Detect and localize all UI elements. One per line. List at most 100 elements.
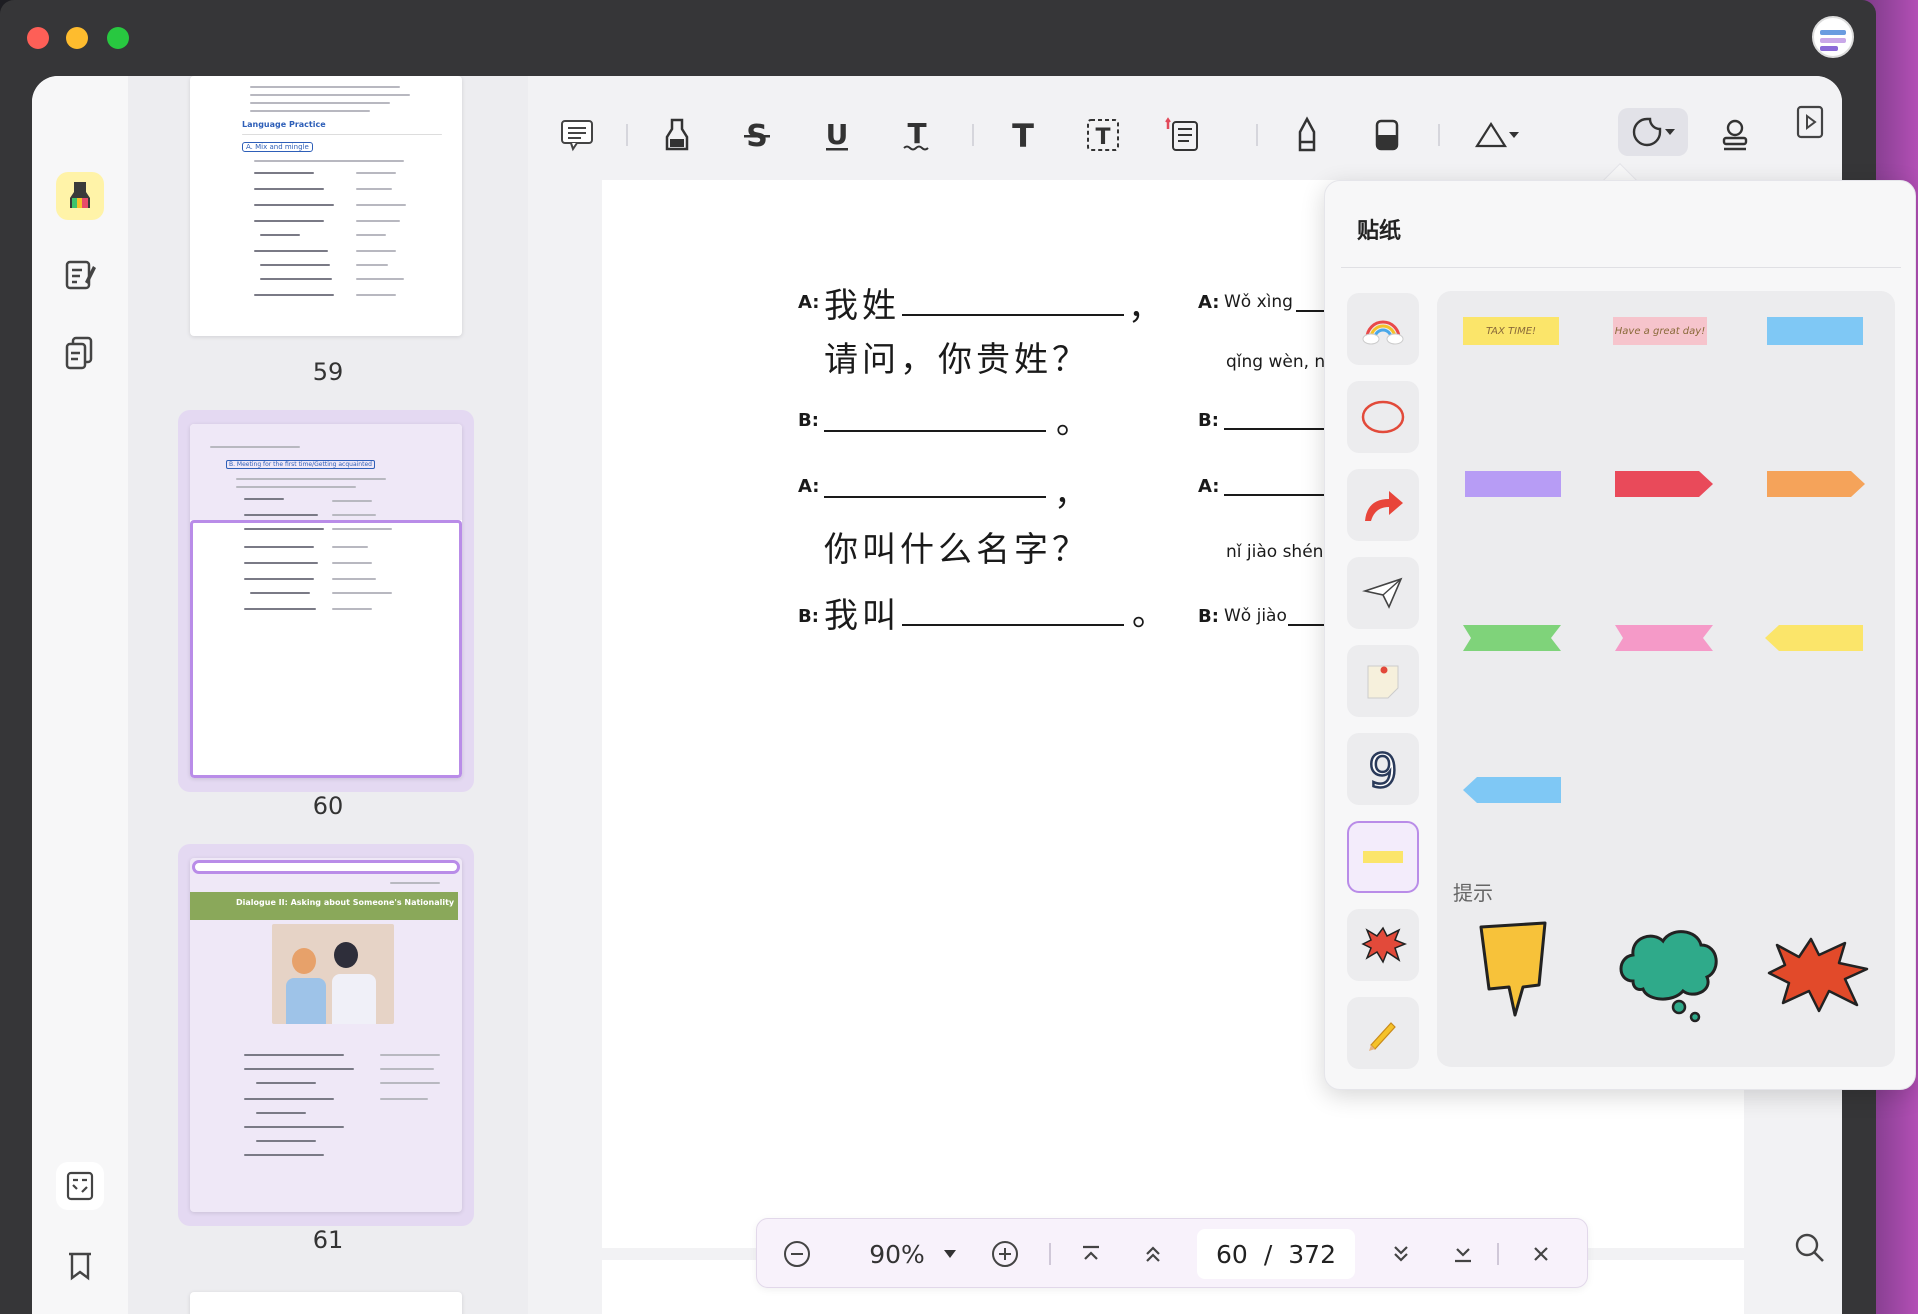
squiggly-tool[interactable]: T: [890, 110, 944, 160]
answer-blank[interactable]: [824, 496, 1046, 498]
comment-mode-button[interactable]: [56, 172, 104, 220]
answer-blank[interactable]: [902, 624, 1124, 626]
sticker-thought-cloud-green[interactable]: [1613, 925, 1725, 1025]
total-pages: 372: [1288, 1239, 1336, 1269]
punctuation: ，: [1054, 474, 1092, 514]
close-icon: [1534, 1247, 1548, 1261]
chinese-text: 你叫什么名字？: [824, 530, 1090, 570]
chinese-text: 我姓: [824, 286, 900, 326]
page-thumbnail-selected[interactable]: B. Meeting for the first time/Getting ac…: [190, 424, 462, 778]
svg-text:U: U: [826, 118, 849, 151]
zoom-level[interactable]: 90%: [857, 1219, 937, 1289]
sticker-tape-purple[interactable]: [1463, 467, 1563, 501]
page-thumbnail[interactable]: [190, 1292, 462, 1314]
category-rainbow[interactable]: [1347, 293, 1419, 365]
form-tool-button[interactable]: [56, 1162, 104, 1210]
category-arrow[interactable]: [1347, 469, 1419, 541]
eraser-tool[interactable]: [1360, 110, 1414, 160]
category-circle[interactable]: [1347, 381, 1419, 453]
shape-tool-dropdown[interactable]: [1462, 110, 1532, 160]
caret-down-icon: [944, 1250, 956, 1258]
zoom-out-button[interactable]: [777, 1219, 817, 1289]
row-label: B:: [798, 606, 819, 627]
stamp-tool-dropdown[interactable]: [1700, 110, 1770, 160]
strikethrough-tool[interactable]: S: [730, 110, 784, 160]
sticker-arrow-blue[interactable]: [1461, 773, 1565, 807]
punctuation: ，: [1128, 288, 1166, 328]
bookmark-button[interactable]: [56, 1242, 104, 1290]
tape-text: Have a great day!: [1614, 325, 1706, 337]
text-callout-tool[interactable]: [1156, 110, 1210, 160]
number-nine-icon: 9: [1367, 745, 1399, 793]
sticker-speech-bubble-yellow[interactable]: [1475, 919, 1551, 1023]
squiggly-underline-icon: T: [903, 117, 929, 151]
sticker-tape-blue[interactable]: [1767, 317, 1863, 345]
sticker-comic-burst-red[interactable]: [1765, 935, 1871, 1015]
sticker-grid: TAX TIME! Have a great day! 提示: [1437, 291, 1895, 1067]
pencil-tool[interactable]: [1280, 110, 1334, 160]
zoom-out-icon: [784, 1241, 810, 1267]
row-label: A:: [798, 292, 820, 313]
row-label: B:: [798, 410, 819, 431]
sticky-note-icon: [1367, 665, 1399, 699]
textbox-tool[interactable]: T: [1076, 110, 1130, 160]
tips-section-label: 提示: [1453, 881, 1493, 905]
category-comic[interactable]: [1347, 909, 1419, 981]
last-page-button[interactable]: [1443, 1219, 1483, 1289]
answer-blank[interactable]: [1224, 494, 1324, 496]
zoom-dropdown[interactable]: [935, 1219, 965, 1289]
row-label: A:: [1198, 292, 1220, 313]
page-thumbnail[interactable]: Language Practice A. Mix and mingle: [190, 76, 462, 336]
first-page-button[interactable]: [1071, 1219, 1111, 1289]
double-chevron-down-icon: [1394, 1246, 1408, 1262]
profile-avatar[interactable]: [1812, 16, 1854, 58]
next-page-button[interactable]: [1381, 1219, 1421, 1289]
answer-blank[interactable]: [902, 314, 1124, 316]
answer-blank[interactable]: [824, 430, 1046, 432]
slideshow-button[interactable]: [1790, 100, 1830, 144]
sticker-arrow-red[interactable]: [1613, 467, 1715, 501]
sticker-arrow-yellow[interactable]: [1763, 621, 1867, 655]
current-page-number: 60: [1216, 1239, 1248, 1269]
page-input[interactable]: 60 / 372: [1197, 1229, 1355, 1279]
page-thumbnail[interactable]: Dialogue II: Asking about Someone's Nati…: [190, 858, 462, 1212]
close-navigation-button[interactable]: [1521, 1219, 1561, 1289]
minimize-window-button[interactable]: [66, 27, 88, 49]
thumb-section-title: Language Practice: [242, 120, 326, 129]
category-paper-plane[interactable]: [1347, 557, 1419, 629]
organize-pages-button[interactable]: [56, 328, 104, 376]
sticker-tool-dropdown[interactable]: [1618, 108, 1688, 156]
maximize-window-button[interactable]: [107, 27, 129, 49]
sticker-arrow-orange[interactable]: [1765, 467, 1867, 501]
previous-page-button[interactable]: [1133, 1219, 1173, 1289]
category-note[interactable]: [1347, 645, 1419, 717]
category-number[interactable]: 9: [1347, 733, 1419, 805]
page-number-label: 61: [312, 1226, 344, 1254]
edit-mode-button[interactable]: [56, 250, 104, 298]
sticker-tape-pink[interactable]: Have a great day!: [1613, 317, 1707, 345]
strikethrough-icon: S: [744, 119, 770, 152]
underline-tool[interactable]: U: [810, 110, 864, 160]
highlight-tool[interactable]: [650, 110, 704, 160]
sticker-ribbon-pink[interactable]: [1613, 621, 1717, 655]
search-button[interactable]: [1790, 1226, 1830, 1270]
sticker-ribbon-green[interactable]: [1461, 621, 1565, 655]
sticker-tape-yellow[interactable]: TAX TIME!: [1463, 317, 1559, 345]
answer-blank[interactable]: [1224, 428, 1328, 430]
text-tool[interactable]: T: [996, 110, 1050, 160]
close-window-button[interactable]: [27, 27, 49, 49]
category-tape[interactable]: [1347, 821, 1419, 893]
row-label: A:: [1198, 476, 1220, 497]
thumb-dialogue-heading: Dialogue II: Asking about Someone's Nati…: [236, 898, 455, 907]
tape-text: TAX TIME!: [1485, 325, 1537, 337]
underline-icon: U: [826, 118, 849, 151]
comment-tool[interactable]: [550, 110, 604, 160]
page-number-label: 60: [312, 792, 344, 820]
zoom-in-icon: [992, 1241, 1018, 1267]
category-pencil[interactable]: [1347, 997, 1419, 1069]
left-rail: [32, 76, 128, 1314]
thumb-subsection: A. Mix and mingle: [242, 142, 313, 152]
thumbnail-panel[interactable]: Language Practice A. Mix and mingle 59 B…: [128, 76, 528, 1314]
zoom-in-button[interactable]: [985, 1219, 1025, 1289]
curved-arrow-icon: [1365, 491, 1403, 521]
